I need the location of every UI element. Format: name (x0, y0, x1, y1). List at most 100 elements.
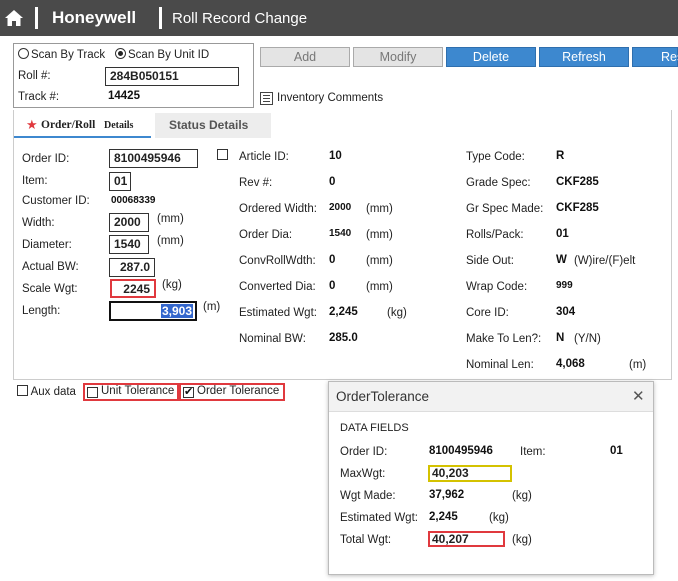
comments-icon[interactable] (260, 92, 273, 105)
header-divider (159, 7, 162, 29)
article-id-label: Article ID: (239, 151, 289, 163)
estimated-wgt-value: 2,245 (329, 306, 358, 318)
checkbox-icon[interactable] (17, 385, 28, 396)
core-id-label: Core ID: (466, 307, 509, 319)
nominal-bw-label: Nominal BW: (239, 333, 306, 345)
side-out-value: W (556, 254, 567, 266)
convroll-unit: (mm) (366, 255, 393, 267)
wgt-made-value: 37,962 (429, 489, 465, 501)
order-dia-unit: (mm) (366, 229, 393, 241)
scale-wgt-label: Scale Wgt: (22, 283, 78, 295)
scale-wgt-field[interactable]: 2245 (110, 279, 156, 298)
side-out-hint: (W)ire/(F)elt (574, 255, 636, 267)
header-divider (35, 7, 38, 29)
modify-button[interactable]: Modify (353, 47, 443, 67)
nominal-len-label: Nominal Len: (466, 359, 534, 371)
popup-est-wgt-unit: (kg) (489, 512, 509, 524)
brand-logo: Honeywell (52, 8, 137, 27)
dialog-header: OrderTolerance ✕ (329, 382, 653, 412)
tab-label: Status Details (169, 118, 249, 132)
wgt-made-unit: (kg) (512, 490, 532, 502)
tab-status-details[interactable]: Status Details (155, 113, 271, 138)
converted-dia-label: Converted Dia: (239, 281, 316, 293)
diameter-label: Diameter: (22, 239, 72, 251)
star-icon: ★ (26, 117, 38, 132)
scale-wgt-unit: (kg) (162, 279, 182, 291)
type-code-label: Type Code: (466, 151, 525, 163)
refresh-button[interactable]: Refresh (539, 47, 629, 67)
converted-dia-unit: (mm) (366, 281, 393, 293)
max-wgt-field[interactable]: 40,203 (428, 465, 512, 482)
convroll-value: 0 (329, 254, 336, 266)
order-tolerance-label: Order Tolerance (197, 385, 280, 397)
gr-spec-made-value: CKF285 (556, 202, 599, 214)
width-field[interactable]: 2000 (109, 213, 149, 232)
actual-bw-field[interactable]: 287.0 (109, 258, 155, 277)
customer-id-label: Customer ID: (22, 195, 90, 207)
dialog-title: OrderTolerance (336, 389, 430, 404)
article-id-value: 10 (329, 150, 342, 162)
order-tolerance-checkbox[interactable]: Order Tolerance (179, 383, 285, 401)
total-wgt-unit: (kg) (512, 534, 532, 546)
popup-est-wgt-value: 2,245 (429, 511, 458, 523)
order-id-label: Order ID: (22, 153, 70, 165)
side-out-label: Side Out: (466, 255, 514, 267)
nominal-len-value: 4,068 (556, 358, 585, 370)
tab-label: Order/Roll (41, 119, 96, 131)
checkbox-checked-icon[interactable] (183, 385, 194, 398)
wrap-code-value: 999 (556, 280, 573, 291)
order-tolerance-dialog: OrderTolerance ✕ DATA FIELDS Order ID: 8… (328, 381, 654, 575)
gr-spec-made-label: Gr Spec Made: (466, 203, 544, 215)
popup-order-id-label: Order ID: (340, 446, 388, 458)
close-icon[interactable]: ✕ (632, 387, 645, 405)
add-button[interactable]: Add (260, 47, 350, 67)
diameter-field[interactable]: 1540 (109, 235, 149, 254)
checkbox-icon[interactable] (87, 387, 98, 398)
popup-item-label: Item: (520, 446, 546, 458)
unit-tolerance-label: Unit Tolerance (101, 385, 175, 397)
inventory-comments-link[interactable]: Inventory Comments (277, 92, 383, 104)
page-title: Roll Record Change (172, 10, 308, 27)
popup-item-value: 01 (610, 445, 623, 457)
length-unit: (m) (203, 301, 221, 313)
app-header: Honeywell Roll Record Change (0, 0, 678, 36)
order-dia-label: Order Dia: (239, 229, 293, 241)
actual-bw-label: Actual BW: (22, 261, 79, 273)
data-fields-heading: DATA FIELDS (340, 422, 409, 434)
order-id-field[interactable]: 8100495946 (109, 149, 198, 168)
ordered-width-unit: (mm) (366, 203, 393, 215)
converted-dia-value: 0 (329, 280, 336, 292)
scan-by-track-option[interactable]: Scan By Track (18, 48, 105, 61)
type-code-value: R (556, 150, 565, 162)
tab-order-roll-details[interactable]: ★ Order/Roll Details (14, 113, 151, 138)
item-label: Item: (22, 175, 48, 187)
roll-input[interactable]: 284B050151 (105, 67, 239, 86)
radio-selected-icon[interactable] (115, 48, 126, 59)
tab-label: Details (104, 120, 134, 131)
diameter-unit: (mm) (157, 235, 184, 247)
make-to-len-label: Make To Len?: (466, 333, 542, 345)
grade-spec-value: CKF285 (556, 176, 599, 188)
length-field[interactable]: 3,903 (109, 301, 197, 321)
nominal-bw-value: 285.0 (329, 332, 358, 344)
unit-tolerance-checkbox[interactable]: Unit Tolerance (83, 383, 179, 401)
order-dia-value: 1540 (329, 228, 352, 239)
track-value: 14425 (108, 90, 140, 102)
length-value: 3,903 (160, 304, 193, 318)
length-label: Length: (22, 305, 61, 317)
total-wgt-field[interactable]: 40,207 (428, 531, 505, 547)
convroll-label: ConvRollWdth: (239, 255, 316, 267)
article-checkbox[interactable] (217, 149, 228, 162)
radio-icon[interactable] (18, 48, 29, 59)
item-field[interactable]: 01 (109, 172, 131, 191)
aux-data-checkbox[interactable]: Aux data (17, 385, 76, 398)
popup-est-wgt-label: Estimated Wgt: (340, 512, 418, 524)
delete-button[interactable]: Delete (446, 47, 536, 67)
reset-button[interactable]: Res (632, 47, 678, 67)
ordered-width-label: Ordered Width: (239, 203, 317, 215)
home-icon[interactable] (4, 8, 24, 28)
scan-panel: Scan By Track Scan By Unit ID Roll #: 28… (13, 43, 254, 108)
scan-by-unit-option[interactable]: Scan By Unit ID (115, 48, 209, 61)
rev-value: 0 (329, 176, 336, 188)
rolls-pack-value: 01 (556, 228, 569, 240)
